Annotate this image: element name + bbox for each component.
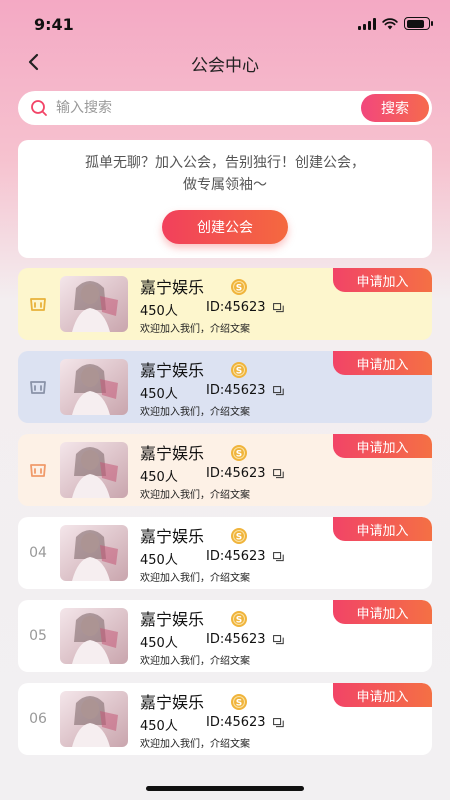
guild-id: ID:45623 [206,383,266,398]
copy-icon[interactable] [273,552,284,562]
guild-card[interactable]: 06 嘉宁娱乐 S 450人 ID:45623 欢迎加入我们，介绍文案 申请加入 [18,683,432,755]
promo-text: 孤单无聊？加入公会，告别独行！创建公会， 做专属领袖～ [38,152,412,196]
rank [24,456,52,484]
guild-card[interactable]: 嘉宁娱乐 S 450人 ID:45623 欢迎加入我们，介绍文案 申请加入 [18,268,432,340]
search-icon [31,100,47,116]
member-count: 450人 [140,719,178,734]
guild-name: 嘉宁娱乐 [140,361,205,380]
apply-join-button[interactable]: 申请加入 [333,517,432,541]
battery-icon [404,17,433,30]
wifi-icon [382,17,398,29]
guild-avatar [60,608,128,664]
rank-badge-icon [27,459,49,481]
apply-join-button[interactable]: 申请加入 [333,351,432,375]
rank-number: 05 [29,628,47,644]
coin-icon: S [231,611,247,627]
guild-card[interactable]: 嘉宁娱乐 S 450人 ID:45623 欢迎加入我们，介绍文案 申请加入 [18,351,432,423]
coin-icon: S [231,279,247,295]
home-indicator [146,786,304,791]
member-count: 450人 [140,304,178,319]
rank: 04 [24,539,52,567]
guild-description: 欢迎加入我们，介绍文案 [140,407,250,418]
coin-icon: S [231,445,247,461]
svg-text:S: S [236,698,242,708]
copy-icon[interactable] [273,303,284,313]
svg-text:S: S [236,532,242,542]
search-input[interactable] [56,91,336,125]
battery-level [406,19,425,28]
svg-text:S: S [236,615,242,625]
guild-card[interactable]: 04 嘉宁娱乐 S 450人 ID:45623 欢迎加入我们，介绍文案 申请加入 [18,517,432,589]
guild-id: ID:45623 [206,715,266,730]
coin-icon: S [231,528,247,544]
guild-name: 嘉宁娱乐 [140,527,205,546]
apply-join-button[interactable]: 申请加入 [333,600,432,624]
guild-avatar [60,525,128,581]
copy-icon[interactable] [273,718,284,728]
guild-name: 嘉宁娱乐 [140,610,205,629]
guild-id: ID:45623 [206,632,266,647]
guild-card[interactable]: 嘉宁娱乐 S 450人 ID:45623 欢迎加入我们，介绍文案 申请加入 [18,434,432,506]
coin-icon: S [231,362,247,378]
rank: 06 [24,705,52,733]
svg-text:S: S [236,283,242,293]
guild-avatar [60,442,128,498]
status-bar: 9:41 [0,0,450,48]
guild-id: ID:45623 [206,466,266,481]
copy-icon[interactable] [273,386,284,396]
promo-card: 孤单无聊？加入公会，告别独行！创建公会， 做专属领袖～ 创建公会 [18,140,432,258]
member-count: 450人 [140,470,178,485]
apply-join-button[interactable]: 申请加入 [333,434,432,458]
apply-join-button[interactable]: 申请加入 [333,268,432,292]
copy-icon[interactable] [273,635,284,645]
rank: 05 [24,622,52,650]
guild-name: 嘉宁娱乐 [140,278,205,297]
guild-avatar [60,276,128,332]
rank-badge-icon [27,293,49,315]
guild-description: 欢迎加入我们，介绍文案 [140,739,250,750]
guild-name: 嘉宁娱乐 [140,444,205,463]
guild-description: 欢迎加入我们，介绍文案 [140,490,250,501]
create-guild-button[interactable]: 创建公会 [162,210,288,244]
rank-badge-icon [27,376,49,398]
guild-card[interactable]: 05 嘉宁娱乐 S 450人 ID:45623 欢迎加入我们，介绍文案 申请加入 [18,600,432,672]
promo-text-line1: 孤单无聊？加入公会，告别独行！创建公会， [85,155,365,171]
member-count: 450人 [140,387,178,402]
copy-icon[interactable] [273,469,284,479]
rank-number: 06 [29,711,47,727]
search-bar: 搜索 [18,91,432,125]
guild-id: ID:45623 [206,300,266,315]
guild-description: 欢迎加入我们，介绍文案 [140,656,250,667]
rank [24,290,52,318]
promo-text-line2: 做专属领袖～ [183,177,267,193]
rank-number: 04 [29,545,47,561]
member-count: 450人 [140,553,178,568]
apply-join-button[interactable]: 申请加入 [333,683,432,707]
nav-bar: 公会中心 [0,48,450,76]
guild-avatar [60,691,128,747]
guild-description: 欢迎加入我们，介绍文案 [140,324,250,335]
status-icons [358,17,433,30]
guild-name: 嘉宁娱乐 [140,693,205,712]
search-button[interactable]: 搜索 [361,94,429,122]
rank [24,373,52,401]
guild-avatar [60,359,128,415]
page-title: 公会中心 [191,56,259,76]
guild-id: ID:45623 [206,549,266,564]
member-count: 450人 [140,636,178,651]
signal-icon [358,17,376,30]
svg-text:S: S [236,366,242,376]
status-time: 9:41 [34,15,74,34]
coin-icon: S [231,694,247,710]
svg-text:S: S [236,449,242,459]
guild-description: 欢迎加入我们，介绍文案 [140,573,250,584]
